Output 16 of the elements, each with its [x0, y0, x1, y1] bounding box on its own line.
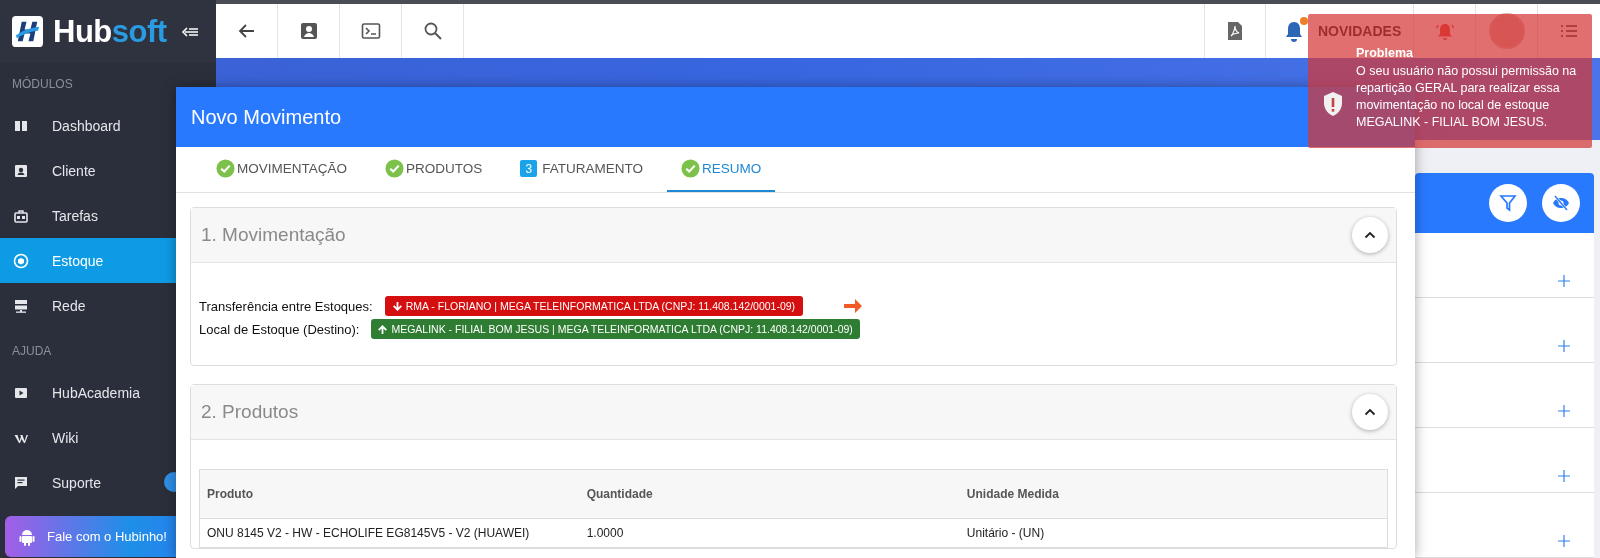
- section-title: 2. Produtos: [201, 401, 299, 423]
- toast-message: O seu usuário não possui permissão na repartição GERAL para realizar essa movimentação no local de estoque MEGALINK - FILIAL BOM JESUS.: [1356, 63, 1578, 131]
- field-label: Transferência entre Estoques:: [199, 298, 373, 314]
- table-cell: Unitário - (UN): [959, 518, 1388, 548]
- table-cell: 1.0000: [579, 518, 960, 548]
- column-header: Produto: [199, 469, 580, 519]
- step-number: 3: [520, 160, 538, 177]
- column-header: Quantidade: [579, 469, 960, 519]
- toast-title: Problema: [1356, 46, 1413, 60]
- column-header: Unidade Medida: [959, 469, 1388, 519]
- table-cell: ONU 8145 V2 - HW - ECHOLIFE EG8145V5 - V2 (HUAWEI): [199, 518, 580, 548]
- origin-tag: RMA - FLORIANO | MEGA TELEINFORMATICA LTDA (CNPJ: 11.408.142/0001-09): [384, 296, 804, 316]
- section-heading: MÓDULOS: [11, 75, 74, 93]
- brand-name: Hubsoft: [53, 13, 167, 50]
- destination-tag: MEGALINK - FILIAL BOM JESUS | MEGA TELEINFORMATICA LTDA (CNPJ: 11.408.142/0001-09): [371, 319, 860, 339]
- field-label: Local de Estoque (Destino):: [199, 321, 360, 337]
